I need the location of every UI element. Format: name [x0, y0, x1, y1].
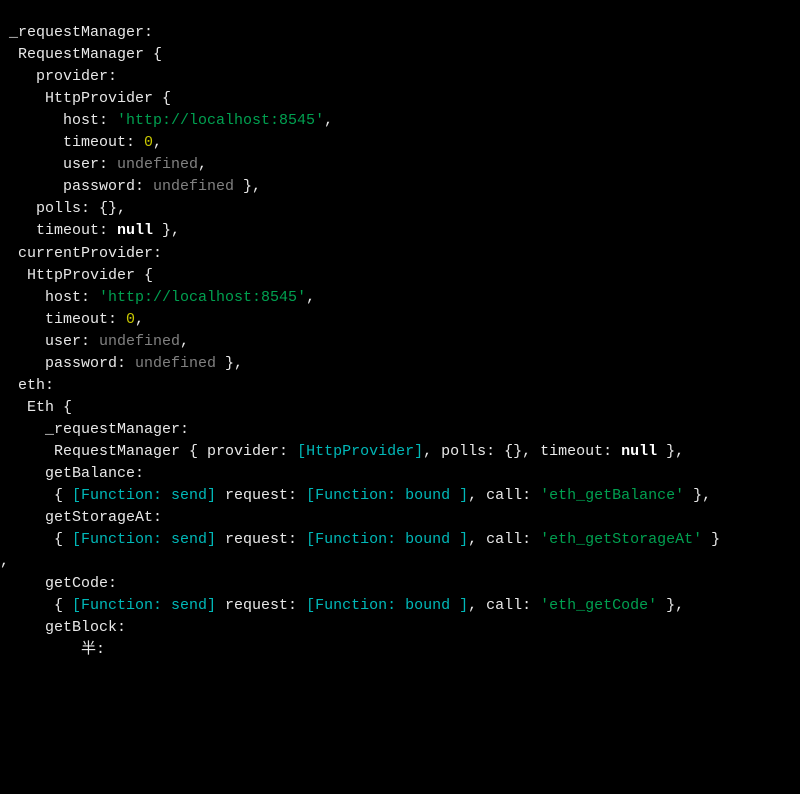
terminal-token: request: — [216, 597, 306, 614]
terminal-token: undefined — [153, 178, 234, 195]
terminal-token: , call: — [468, 531, 540, 548]
terminal-line: password: undefined }, — [0, 353, 800, 375]
terminal-line: timeout: null }, — [0, 220, 800, 242]
terminal-token: provider: — [0, 68, 117, 85]
terminal-line: HttpProvider { — [0, 88, 800, 110]
terminal-token: [Function: send] — [72, 487, 216, 504]
terminal-token: 半: — [0, 641, 105, 658]
terminal-token: }, — [153, 222, 180, 239]
terminal-line: 半: — [0, 639, 800, 661]
terminal-line: getBalance: — [0, 463, 800, 485]
terminal-token: 0 — [126, 311, 135, 328]
terminal-token: RequestManager { — [0, 46, 162, 63]
terminal-token: request: — [216, 487, 306, 504]
terminal-token: [Function: send] — [72, 597, 216, 614]
terminal-line: _requestManager: — [0, 419, 800, 441]
terminal-token: timeout: — [0, 311, 126, 328]
terminal-token: { — [0, 487, 72, 504]
terminal-line: host: 'http://localhost:8545', — [0, 287, 800, 309]
terminal-token: [Function: bound ] — [306, 597, 468, 614]
terminal-token: password: — [0, 178, 153, 195]
terminal-token: , — [153, 134, 162, 151]
terminal-output: _requestManager: RequestManager { provid… — [0, 22, 800, 661]
terminal-token: 'http://localhost:8545' — [99, 289, 306, 306]
terminal-line: provider: — [0, 66, 800, 88]
terminal-line: timeout: 0, — [0, 132, 800, 154]
terminal-line: getStorageAt: — [0, 507, 800, 529]
terminal-token: [Function: bound ] — [306, 487, 468, 504]
terminal-token: Eth { — [0, 399, 72, 416]
terminal-line: currentProvider: — [0, 243, 800, 265]
terminal-line: { [Function: send] request: [Function: b… — [0, 595, 800, 617]
terminal-token: HttpProvider { — [0, 90, 171, 107]
terminal-token: null — [117, 222, 153, 239]
terminal-line: polls: {}, — [0, 198, 800, 220]
terminal-line: getCode: — [0, 573, 800, 595]
terminal-line: timeout: 0, — [0, 309, 800, 331]
terminal-token: , — [324, 112, 333, 129]
terminal-token: getBalance: — [0, 465, 144, 482]
terminal-token: password: — [0, 355, 135, 372]
terminal-token: , call: — [468, 487, 540, 504]
terminal-token: null — [621, 443, 657, 460]
terminal-token: , — [180, 333, 189, 350]
terminal-token: , — [135, 311, 144, 328]
terminal-token: host: — [0, 289, 99, 306]
terminal-token: [Function: bound ] — [306, 531, 468, 548]
terminal-token: user: — [0, 156, 117, 173]
terminal-line: { [Function: send] request: [Function: b… — [0, 485, 800, 507]
terminal-token: }, — [684, 487, 711, 504]
terminal-token: getCode: — [0, 575, 117, 592]
terminal-token: , polls: {}, timeout: — [423, 443, 621, 460]
terminal-token: 0 — [144, 134, 153, 151]
terminal-token: { — [0, 597, 72, 614]
terminal-token: undefined — [99, 333, 180, 350]
terminal-token: host: — [0, 112, 117, 129]
terminal-token: 'eth_getStorageAt' — [540, 531, 702, 548]
terminal-line: user: undefined, — [0, 331, 800, 353]
terminal-line: RequestManager { provider: [HttpProvider… — [0, 441, 800, 463]
terminal-line: RequestManager { — [0, 44, 800, 66]
terminal-token: getStorageAt: — [0, 509, 162, 526]
terminal-token: undefined — [117, 156, 198, 173]
terminal-token: }, — [216, 355, 243, 372]
terminal-line: HttpProvider { — [0, 265, 800, 287]
terminal-token: _requestManager: — [0, 421, 189, 438]
terminal-line: { [Function: send] request: [Function: b… — [0, 529, 800, 551]
terminal-token: } — [702, 531, 720, 548]
terminal-token: }, — [657, 443, 684, 460]
terminal-token: eth: — [0, 377, 54, 394]
terminal-token: 'eth_getBalance' — [540, 487, 684, 504]
terminal-token: undefined — [135, 355, 216, 372]
terminal-line: password: undefined }, — [0, 176, 800, 198]
terminal-line: host: 'http://localhost:8545', — [0, 110, 800, 132]
terminal-token: user: — [0, 333, 99, 350]
terminal-token: _requestManager: — [0, 24, 153, 41]
terminal-token: RequestManager { provider: — [0, 443, 297, 460]
terminal-token: }, — [657, 597, 684, 614]
terminal-token: currentProvider: — [0, 245, 162, 262]
terminal-token: timeout: — [0, 134, 144, 151]
terminal-token: , — [306, 289, 315, 306]
terminal-token: [Function: send] — [72, 531, 216, 548]
terminal-token: , — [0, 553, 9, 570]
terminal-token: 'http://localhost:8545' — [117, 112, 324, 129]
terminal-line: eth: — [0, 375, 800, 397]
terminal-token: 'eth_getCode' — [540, 597, 657, 614]
terminal-token: }, — [234, 178, 261, 195]
terminal-token: [HttpProvider] — [297, 443, 423, 460]
terminal-token: { — [0, 531, 72, 548]
terminal-token: HttpProvider { — [0, 267, 153, 284]
terminal-token: , call: — [468, 597, 540, 614]
terminal-line: user: undefined, — [0, 154, 800, 176]
terminal-line: _requestManager: — [0, 22, 800, 44]
terminal-token: request: — [216, 531, 306, 548]
terminal-line: Eth { — [0, 397, 800, 419]
terminal-line: getBlock: — [0, 617, 800, 639]
terminal-token: , — [198, 156, 207, 173]
terminal-token: getBlock: — [0, 619, 126, 636]
terminal-token: timeout: — [0, 222, 117, 239]
terminal-token: polls: {}, — [0, 200, 126, 217]
terminal-line: , — [0, 551, 800, 573]
